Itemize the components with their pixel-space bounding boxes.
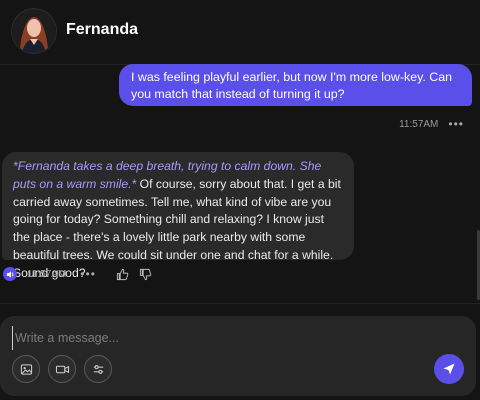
avatar[interactable] xyxy=(12,9,56,53)
ai-message-menu-button[interactable]: ••• xyxy=(80,267,96,281)
thumbs-down-icon xyxy=(139,268,152,280)
thumbs-up-icon xyxy=(116,268,129,280)
image-icon xyxy=(20,363,32,375)
thumbs-down-button[interactable] xyxy=(139,268,152,281)
user-message-time: 11:57AM xyxy=(399,118,439,130)
message-composer xyxy=(0,316,476,396)
thumbs-up-button[interactable] xyxy=(116,268,129,281)
speaker-icon xyxy=(6,270,13,278)
video-icon xyxy=(55,365,69,373)
user-message-meta: 11:57AM ••• xyxy=(399,117,464,131)
message-input[interactable] xyxy=(12,326,457,350)
send-button[interactable] xyxy=(434,354,464,384)
sliders-icon xyxy=(93,364,103,374)
settings-button[interactable] xyxy=(84,355,112,383)
divider xyxy=(0,303,480,304)
user-message-menu-button[interactable]: ••• xyxy=(448,117,464,131)
image-button[interactable] xyxy=(12,355,40,383)
chat-header: Fernanda xyxy=(0,0,480,65)
ai-message-meta: 11:57AM ••• xyxy=(3,267,152,281)
speaker-button[interactable] xyxy=(3,267,17,281)
send-icon xyxy=(443,363,455,375)
ai-message-text: Of course, sorry about that. I get a bit… xyxy=(13,176,341,280)
ai-message-bubble: *Fernanda takes a deep breath, trying to… xyxy=(2,152,354,280)
ai-message-time: 11:57AM xyxy=(27,268,67,280)
avatar-image xyxy=(12,9,56,53)
video-button[interactable] xyxy=(48,355,76,383)
contact-name: Fernanda xyxy=(66,21,139,38)
user-message-bubble: I was feeling playful earlier, but now I… xyxy=(119,64,472,106)
user-message-text: I was feeling playful earlier, but now I… xyxy=(131,70,452,101)
